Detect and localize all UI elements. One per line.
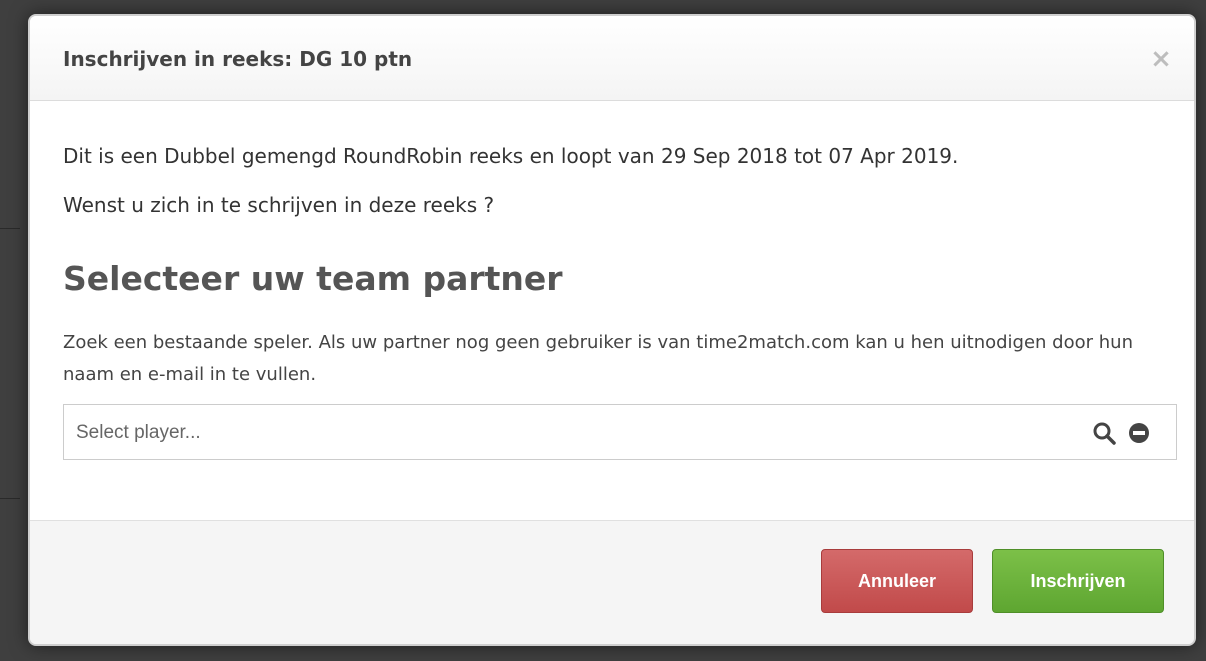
enroll-question: Wenst u zich in te schrijven in deze ree… bbox=[63, 193, 495, 217]
help-text: Zoek een bestaande speler. Als uw partne… bbox=[63, 332, 1133, 385]
search-icon[interactable] bbox=[1092, 421, 1116, 445]
modal-footer: Annuleer Inschrijven bbox=[30, 520, 1194, 644]
enroll-modal: Inschrijven in reeks: DG 10 ptn × Dit is… bbox=[28, 14, 1196, 646]
backdrop-divider bbox=[0, 498, 20, 499]
reeks-description: Dit is een Dubbel gemengd RoundRobin ree… bbox=[63, 144, 959, 168]
enroll-button[interactable]: Inschrijven bbox=[992, 549, 1164, 613]
page: Inschrijven in reeks: DG 10 ptn × Dit is… bbox=[0, 0, 1206, 661]
minus-circle-icon[interactable] bbox=[1128, 422, 1150, 444]
player-search-input[interactable] bbox=[74, 405, 1058, 461]
modal-title: Inschrijven in reeks: DG 10 ptn bbox=[63, 47, 413, 71]
cancel-button[interactable]: Annuleer bbox=[821, 549, 973, 613]
section-title: Selecteer uw team partner bbox=[63, 259, 563, 298]
modal-header: Inschrijven in reeks: DG 10 ptn × bbox=[30, 16, 1194, 101]
player-select[interactable] bbox=[63, 404, 1177, 461]
backdrop-divider bbox=[0, 228, 20, 229]
close-icon[interactable]: × bbox=[1148, 46, 1174, 72]
